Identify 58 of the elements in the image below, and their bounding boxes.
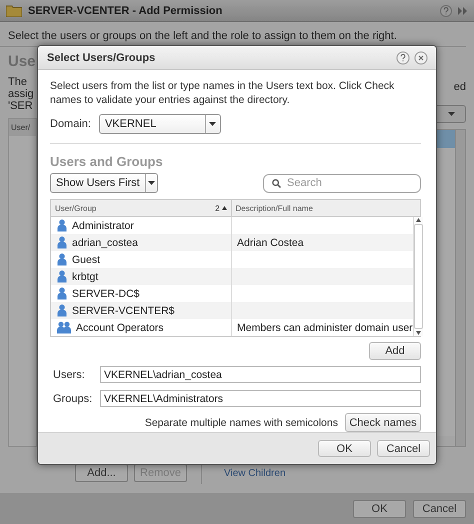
add-button[interactable]: Add	[369, 342, 421, 360]
sort-icon	[222, 206, 227, 210]
hint-text: Separate multiple names with semicolons	[144, 416, 338, 428]
caret-icon	[448, 112, 454, 116]
user-cell[interactable]: Account Operators	[51, 319, 232, 336]
check-names-button[interactable]: Check names	[345, 413, 421, 432]
description-cell-text: Members can administer domain user	[236, 320, 413, 336]
scroll-down-icon[interactable]	[416, 330, 421, 336]
user-icon	[57, 270, 67, 283]
section-title: Use	[8, 53, 37, 70]
description-fragment: ed	[454, 81, 466, 93]
users-field[interactable]: VKERNEL\adrian_costea	[100, 366, 421, 383]
window-title: SERVER-VCENTER - Add Permission	[28, 4, 224, 16]
groups-field[interactable]: VKERNEL\Administrators	[100, 390, 421, 407]
scroll-up-icon[interactable]	[416, 217, 421, 223]
view-children-link[interactable]: View Children	[224, 468, 286, 478]
help-icon[interactable]	[396, 50, 410, 64]
search-input[interactable]: Search	[287, 177, 397, 189]
group-icon	[57, 321, 71, 334]
caret-icon	[209, 122, 216, 126]
role-row[interactable]	[437, 130, 455, 148]
cancel-button[interactable]: Cancel	[413, 500, 466, 518]
groups-label: Groups:	[53, 392, 94, 404]
description: Select the users or groups on the left and the role to assign to them on the right.	[8, 30, 397, 42]
ok-button[interactable]: OK	[353, 500, 406, 518]
domain-label: Domain:	[50, 118, 91, 130]
instructions: Select users from the list or type names in the Users text box. Click Check names to validate your entries against the directory.	[50, 79, 396, 107]
close-icon[interactable]	[414, 50, 428, 64]
search-icon	[272, 178, 281, 188]
description-line: The	[8, 76, 28, 88]
user-icon	[57, 236, 67, 249]
scrollbar[interactable]	[455, 130, 465, 446]
role-row[interactable]	[437, 148, 455, 166]
description-line: 'SER	[8, 100, 34, 112]
users-label: Users:	[53, 368, 86, 380]
user-icon	[57, 287, 67, 300]
folder-icon	[6, 4, 22, 16]
caret-icon	[148, 181, 155, 185]
filter-dropdown[interactable]: Show Users First	[50, 173, 158, 193]
column-header[interactable]: Description/Full name	[232, 200, 420, 216]
role-row[interactable]	[437, 418, 455, 436]
description-line: assig	[8, 88, 35, 100]
expand-icon[interactable]	[458, 6, 468, 14]
user-icon	[57, 253, 67, 266]
column-header[interactable]: User/Group 2	[51, 200, 232, 216]
domain-dropdown[interactable]: VKERNEL	[98, 114, 221, 134]
description-cell-text: Adrian Costea	[236, 236, 305, 250]
cancel-button[interactable]: Cancel	[377, 440, 430, 457]
help-icon[interactable]	[440, 4, 452, 16]
add-button[interactable]: Add...	[75, 464, 128, 482]
user-icon	[57, 304, 67, 317]
section-title: Users and Groups	[50, 154, 164, 169]
ok-button[interactable]: OK	[318, 440, 371, 457]
user-icon	[57, 219, 67, 232]
role-dropdown[interactable]	[436, 105, 466, 123]
search-field[interactable]: Search	[263, 174, 421, 192]
dialog-title: Select Users/Groups	[47, 52, 156, 64]
column-header: User/	[9, 119, 36, 136]
